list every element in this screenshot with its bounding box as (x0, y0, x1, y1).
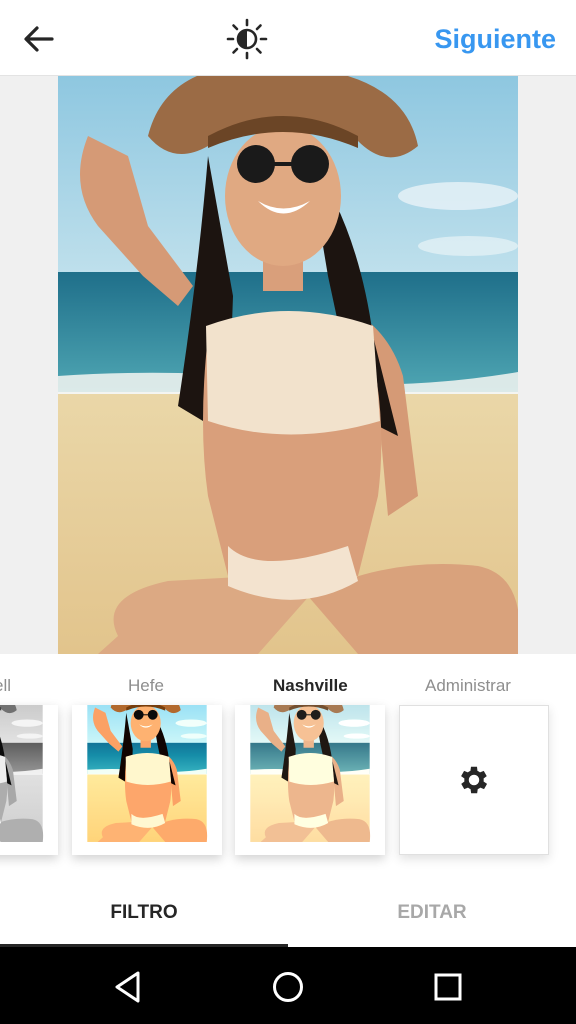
nav-recents-button[interactable] (426, 965, 470, 1009)
photo-preview-area (0, 76, 576, 654)
lux-button[interactable] (224, 16, 270, 62)
filter-strip[interactable]: ell Hefe Nashville Administrar (0, 654, 576, 890)
filter-label-hefe: Hefe (128, 676, 164, 695)
tab-editar[interactable]: EDITAR (288, 890, 576, 947)
filter-label-nashville: Nashville (273, 676, 348, 695)
nav-back-button[interactable] (106, 965, 150, 1009)
top-bar: Siguiente (0, 0, 576, 76)
mode-tabs: FILTRO EDITAR (0, 890, 576, 947)
nav-home-button[interactable] (266, 965, 310, 1009)
filter-label-partial: ell (0, 676, 12, 695)
lux-brightness-icon (226, 18, 268, 60)
next-button[interactable]: Siguiente (434, 20, 556, 58)
filter-thumb-hefe[interactable] (72, 705, 222, 855)
system-nav-bar (0, 947, 576, 1024)
recents-square-icon (434, 973, 462, 1001)
photo-preview[interactable] (58, 76, 518, 654)
filter-thumb-nashville[interactable] (235, 705, 385, 855)
tab-filtro[interactable]: FILTRO (0, 890, 288, 947)
filter-label-manage: Administrar (425, 676, 511, 695)
arrow-left-icon (24, 26, 54, 52)
filter-thumb-partial[interactable] (0, 705, 58, 855)
manage-filters-button[interactable] (399, 705, 549, 855)
home-circle-icon (273, 972, 303, 1002)
back-button[interactable] (16, 18, 60, 60)
gear-icon (461, 766, 488, 794)
back-triangle-icon (115, 971, 140, 1003)
